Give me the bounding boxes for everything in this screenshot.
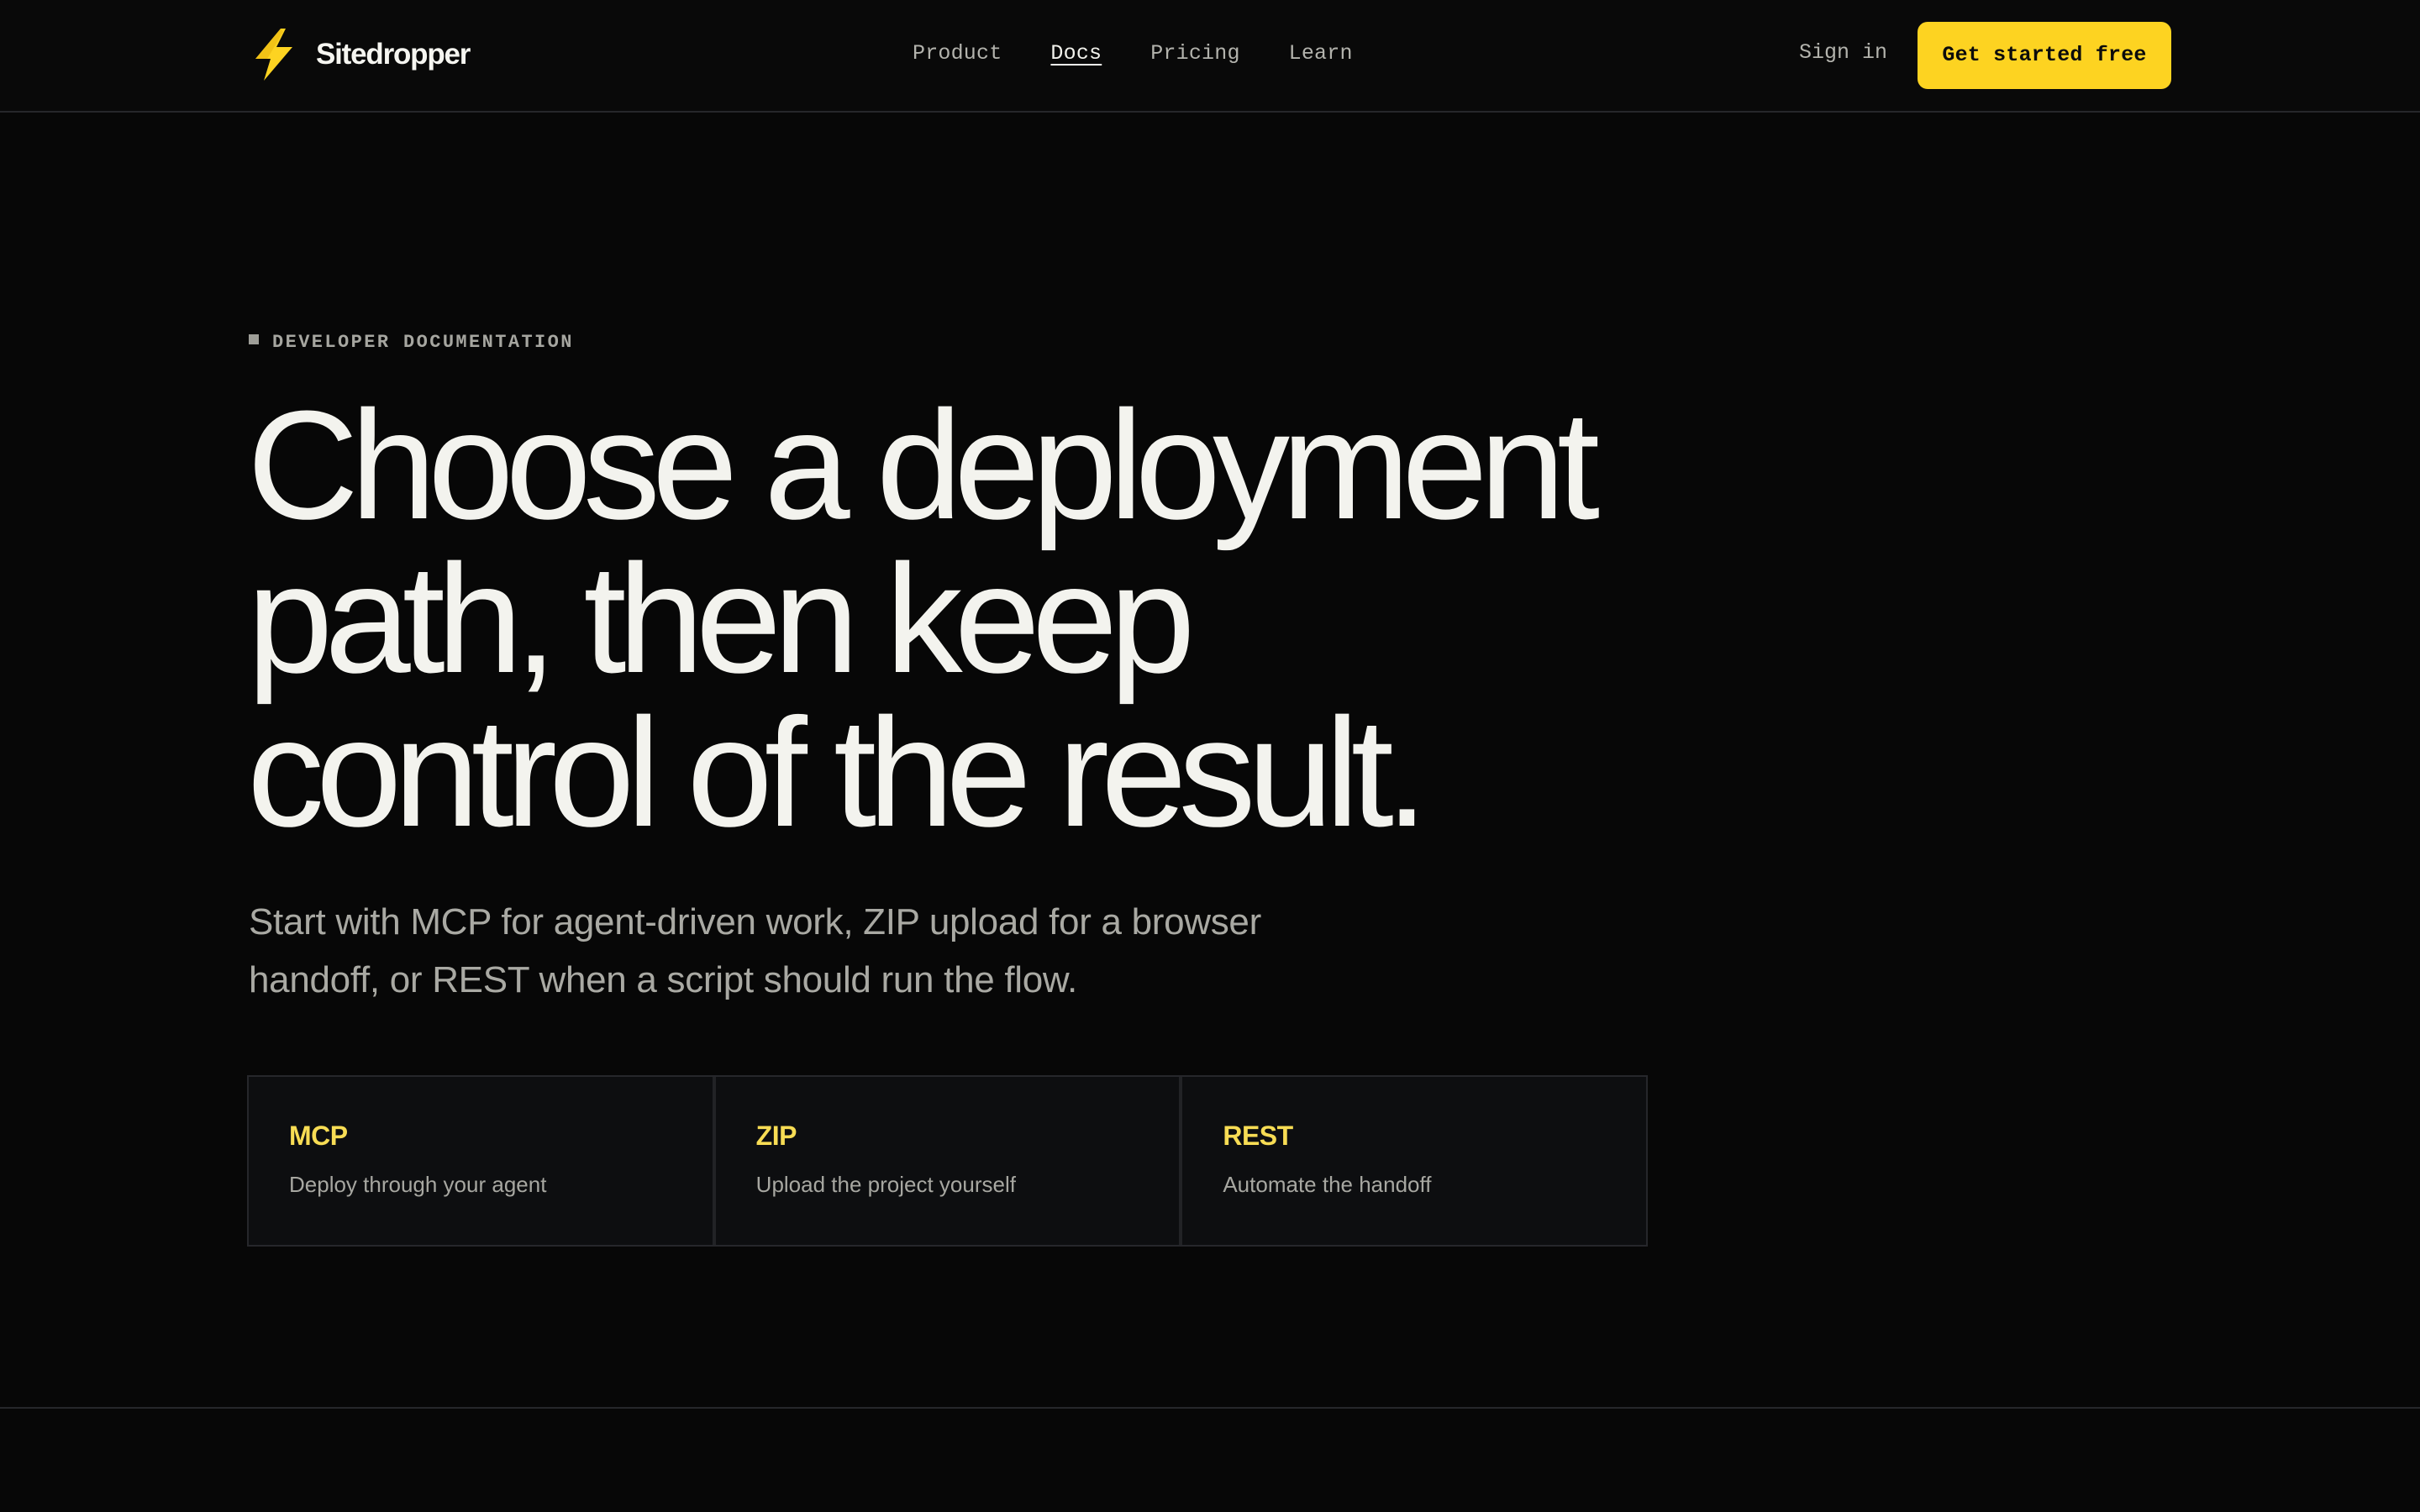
card-title: ZIP [755,1121,797,1151]
square-bullet-icon [249,334,259,344]
page-title: Choose a deployment path, then keep cont… [247,378,1676,858]
card-rest[interactable]: REST Automate the handoff [1182,1077,1646,1245]
brand-logo-link[interactable]: Sitedropper [249,27,471,82]
card-mcp[interactable]: MCP Deploy through your agent [249,1077,716,1245]
card-description: Automate the handoff [1223,1172,1432,1197]
card-description: Upload the project yourself [755,1172,1016,1197]
nav-item-pricing[interactable]: Pricing [1150,41,1239,66]
headline-line-1: Choose a deployment [247,378,1600,551]
eyebrow: DEVELOPER DOCUMENTATION [249,329,574,354]
site-header: Sitedropper Product Docs Pricing Learn S… [0,0,2420,113]
nav-item-docs[interactable]: Docs [1050,41,1102,66]
deployment-options: MCP Deploy through your agent ZIP Upload… [247,1075,1648,1247]
headline-line-3: control of the result. [247,685,1428,858]
headline-line-2: path, then keep [247,532,1196,705]
card-description: Deploy through your agent [289,1172,547,1197]
main-nav: Product Docs Pricing Learn [913,35,1402,71]
card-zip[interactable]: ZIP Upload the project yourself [716,1077,1183,1245]
nav-item-product[interactable]: Product [913,41,1002,66]
get-started-button[interactable]: Get started free [1918,22,2171,89]
nav-item-learn[interactable]: Learn [1289,41,1353,66]
card-title: MCP [289,1121,348,1151]
card-title: REST [1223,1121,1293,1151]
brand-name: Sitedropper [316,38,471,71]
hero-description: Start with MCP for agent-driven work, ZI… [249,901,1261,1000]
sign-in-link[interactable]: Sign in [1799,35,1887,71]
section-divider [0,1407,2420,1409]
eyebrow-text: DEVELOPER DOCUMENTATION [272,331,574,353]
lightning-bolt-icon [255,29,292,81]
